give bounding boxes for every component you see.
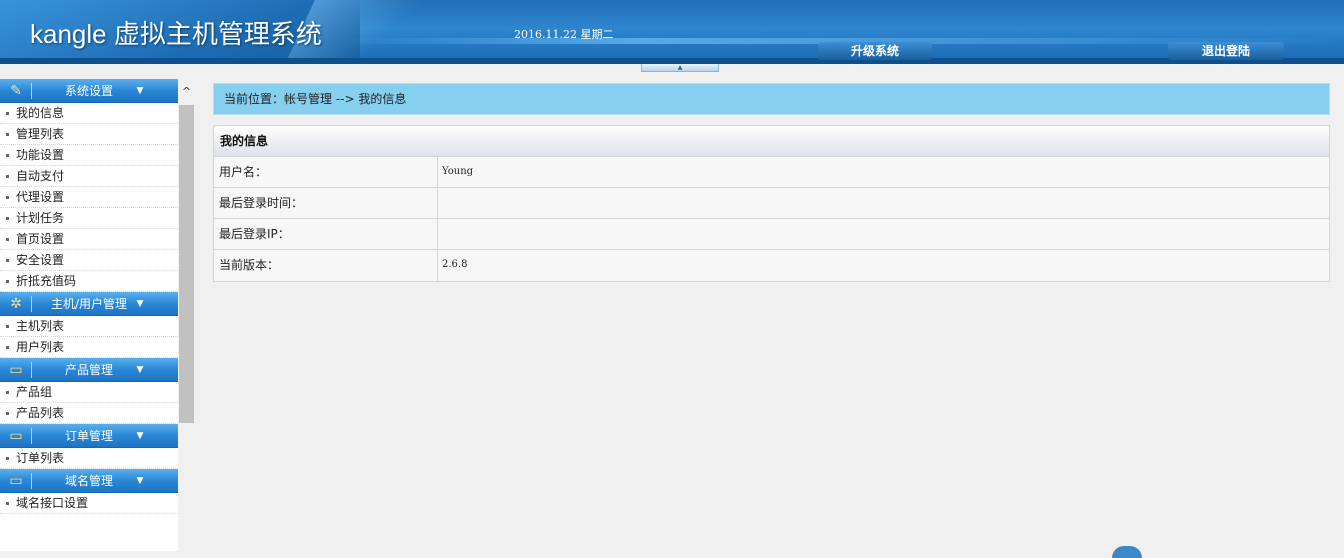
sidebar-menu-item-label: 订单列表 <box>16 451 65 465</box>
sidebar-menu-item-label: 首页设置 <box>16 232 65 246</box>
sidebar: ✎ 系统设置 ▼ 我的信息管理列表功能设置自动支付代理设置计划任务首页设置安全设置折抵… <box>0 79 195 551</box>
floating-widget-fragment[interactable] <box>1112 546 1142 558</box>
chevron-down-icon: ▼ <box>136 365 144 375</box>
sidebar-menu: ✎ 系统设置 ▼ 我的信息管理列表功能设置自动支付代理设置计划任务首页设置安全设置折抵… <box>0 79 178 551</box>
sidebar-menu-item[interactable]: 主机列表 <box>0 316 178 337</box>
sidebar-menu-item-label: 管理列表 <box>16 127 65 141</box>
info-row: 最后登录时间： <box>214 188 1329 219</box>
collapse-header-toggle[interactable]: ▲ <box>641 64 719 72</box>
info-row: 用户名： Young <box>214 157 1329 188</box>
sidebar-menu-item-label: 产品组 <box>16 385 53 399</box>
sidebar-menu-item[interactable]: 产品组 <box>0 382 178 403</box>
my-info-panel: 我的信息 用户名： Young 最后登录时间： 最后登录IP： 当前版本： 2.6.8 <box>213 125 1330 282</box>
bullet-icon <box>6 196 9 199</box>
sidebar-menu-item-label: 功能设置 <box>16 148 65 162</box>
info-row: 当前版本： 2.6.8 <box>214 250 1329 281</box>
chevron-down-icon: ▼ <box>136 86 144 96</box>
bullet-icon <box>6 280 9 283</box>
sidebar-menu-item-label: 安全设置 <box>16 253 65 267</box>
top-header: kangle 虚拟主机管理系统 2016.11.22 星期二 升级系统 退出登陆 <box>0 0 1344 64</box>
sidebar-menu-item-label: 用户列表 <box>16 340 65 354</box>
chevron-down-icon: ▼ <box>136 476 144 486</box>
info-row-label: 当前版本： <box>214 250 438 281</box>
info-row-label: 最后登录时间： <box>214 188 438 218</box>
app-title: kangle 虚拟主机管理系统 <box>30 19 322 49</box>
bullet-icon <box>6 217 9 220</box>
info-row-label: 最后登录IP： <box>214 219 438 249</box>
info-row: 最后登录IP： <box>214 219 1329 250</box>
group-header-separator <box>31 296 32 312</box>
bullet-icon <box>6 175 9 178</box>
up-arrow-icon: ▲ <box>677 64 683 71</box>
bullet-icon <box>6 154 9 157</box>
bullet-icon <box>6 502 9 505</box>
info-row-value <box>438 188 1329 218</box>
bullet-icon <box>6 259 9 262</box>
sidebar-menu-item[interactable]: 首页设置 <box>0 229 178 250</box>
sidebar-menu-item[interactable]: 安全设置 <box>0 250 178 271</box>
bullet-icon <box>6 133 9 136</box>
sidebar-group-label: 主机/用户管理 <box>50 297 128 311</box>
sidebar-menu-item[interactable]: 折抵充值码 <box>0 271 178 292</box>
sidebar-menu-item[interactable]: 管理列表 <box>0 124 178 145</box>
bullet-icon <box>6 325 9 328</box>
group-header-separator <box>31 473 32 489</box>
info-rows: 用户名： Young 最后登录时间： 最后登录IP： 当前版本： 2.6.8 <box>214 157 1329 281</box>
bullet-icon <box>6 391 9 394</box>
group-header-separator <box>31 83 32 99</box>
sidebar-menu-item[interactable]: 计划任务 <box>0 208 178 229</box>
users-icon: ✲ <box>10 296 22 312</box>
sidebar-menu-item-label: 自动支付 <box>16 169 65 183</box>
info-row-value: Young <box>442 166 474 177</box>
sidebar-menu-item[interactable]: 功能设置 <box>0 145 178 166</box>
panel-title: 我的信息 <box>214 126 1329 157</box>
sidebar-menu-item[interactable]: 订单列表 <box>0 448 178 469</box>
sidebar-group-header[interactable]: ▭ 订单管理 ▼ <box>0 424 178 448</box>
sidebar-menu-item-label: 产品列表 <box>16 406 65 420</box>
sidebar-menu-item-label: 主机列表 <box>16 319 65 333</box>
logout-button[interactable]: 退出登陆 <box>1168 42 1284 60</box>
sidebar-menu-item[interactable]: 产品列表 <box>0 403 178 424</box>
sidebar-group-label: 订单管理 <box>64 429 113 443</box>
info-row-label: 用户名： <box>214 157 438 187</box>
bullet-icon <box>6 346 9 349</box>
bullet-icon <box>6 457 9 460</box>
sidebar-menu-item[interactable]: 域名接口设置 <box>0 493 178 514</box>
breadcrumb: 当前位置：帐号管理 --> 我的信息 <box>213 83 1330 115</box>
sidebar-menu-item[interactable]: 代理设置 <box>0 187 178 208</box>
sidebar-group-label: 产品管理 <box>64 363 113 377</box>
chevron-down-icon: ▼ <box>136 299 144 309</box>
sidebar-menu-item[interactable]: 自动支付 <box>0 166 178 187</box>
sidebar-group-label: 系统设置 <box>64 84 113 98</box>
monitor-icon: ▭ <box>9 428 23 444</box>
sidebar-menu-item-label: 代理设置 <box>16 190 65 204</box>
sidebar-menu-item-label: 域名接口设置 <box>16 496 89 510</box>
sidebar-menu-item-label: 计划任务 <box>16 211 65 225</box>
sidebar-scrollbar[interactable]: ^ <box>178 79 195 551</box>
bullet-icon <box>6 112 9 115</box>
upgrade-system-button[interactable]: 升级系统 <box>818 42 932 60</box>
sidebar-menu-item-label: 折抵充值码 <box>16 274 77 288</box>
scroll-thumb[interactable] <box>179 105 194 423</box>
monitor-icon: ▭ <box>9 362 23 378</box>
group-header-separator <box>31 362 32 378</box>
info-row-value: 2.6.8 <box>442 259 468 270</box>
current-date: 2016.11.22 星期二 <box>514 28 614 41</box>
group-header-separator <box>31 428 32 444</box>
sidebar-menu-item[interactable]: 我的信息 <box>0 103 178 124</box>
sidebar-group-header[interactable]: ▭ 产品管理 ▼ <box>0 358 178 382</box>
sidebar-group-header[interactable]: ✎ 系统设置 ▼ <box>0 79 178 103</box>
folder-icon: ✎ <box>10 83 22 99</box>
monitor-icon: ▭ <box>9 473 23 489</box>
sidebar-group-header[interactable]: ▭ 域名管理 ▼ <box>0 469 178 493</box>
sidebar-menu-item-label: 我的信息 <box>16 106 65 120</box>
bullet-icon <box>6 412 9 415</box>
bullet-icon <box>6 238 9 241</box>
scroll-up-button[interactable]: ^ <box>178 79 195 105</box>
chevron-down-icon: ▼ <box>136 431 144 441</box>
sidebar-group-header[interactable]: ✲ 主机/用户管理 ▼ <box>0 292 178 316</box>
info-row-value <box>438 219 1329 249</box>
sidebar-group-label: 域名管理 <box>64 474 113 488</box>
sidebar-menu-item[interactable]: 用户列表 <box>0 337 178 358</box>
